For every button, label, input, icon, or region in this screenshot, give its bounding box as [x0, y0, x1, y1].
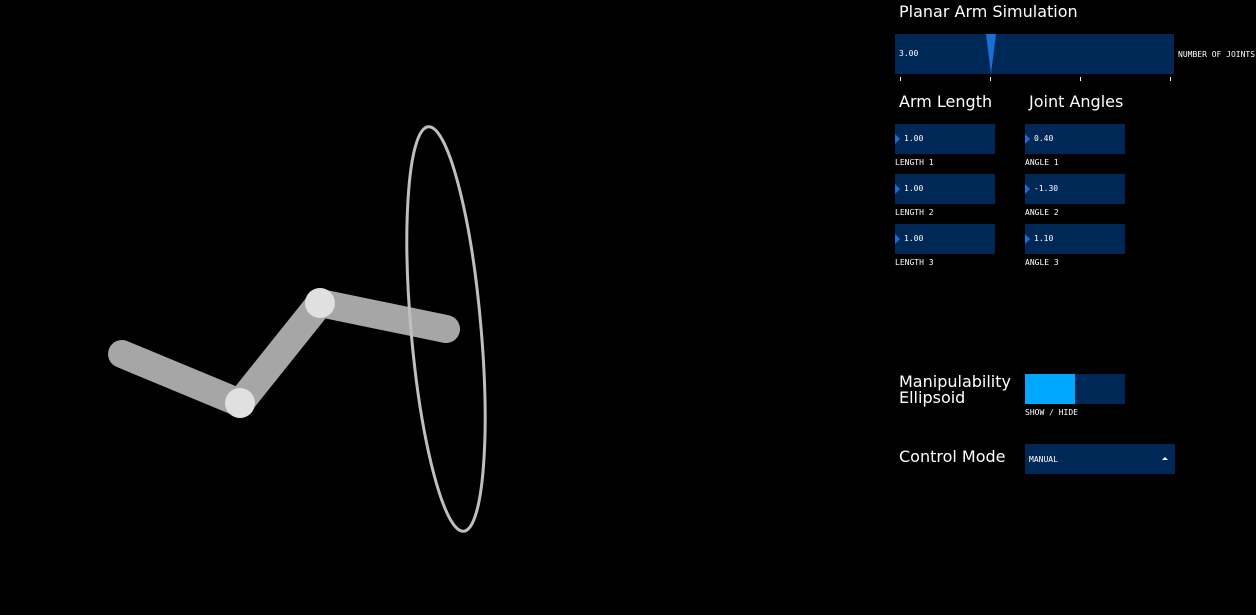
triangle-right-icon	[1025, 184, 1030, 194]
triangle-right-icon	[1025, 234, 1030, 244]
control-mode-header: Control Mode	[899, 447, 1006, 466]
length-2-label: LENGTH 2	[895, 208, 934, 217]
angle-2-label: ANGLE 2	[1025, 208, 1059, 217]
show-hide-label: SHOW / HIDE	[1025, 408, 1078, 417]
length-2-value: 1.00	[904, 184, 924, 193]
length-1-input[interactable]: 1.00	[895, 124, 995, 154]
length-2-input[interactable]: 1.00	[895, 174, 995, 204]
arm-simulation-canvas[interactable]	[0, 0, 880, 615]
angle-2-input[interactable]: -1.30	[1025, 174, 1125, 204]
length-3-label: LENGTH 3	[895, 258, 934, 267]
triangle-handle-icon[interactable]	[986, 34, 996, 74]
angle-1-value: 0.40	[1034, 134, 1054, 143]
angle-3-label: ANGLE 3	[1025, 258, 1059, 267]
control-mode-value: MANUAL	[1029, 455, 1058, 464]
joint-2	[225, 388, 255, 418]
toggle-on-indicator	[1025, 374, 1075, 404]
length-1-value: 1.00	[904, 134, 924, 143]
joint-3	[305, 288, 335, 318]
triangle-right-icon	[1025, 134, 1030, 144]
angle-1-label: ANGLE 1	[1025, 158, 1059, 167]
triangle-right-icon	[895, 184, 900, 194]
caret-up-icon	[1162, 457, 1168, 460]
number-of-joints-label: NUMBER OF JOINTS	[1178, 50, 1256, 59]
triangle-right-icon	[895, 234, 900, 244]
length-3-input[interactable]: 1.00	[895, 224, 995, 254]
joint-angles-header: Joint Angles	[1029, 92, 1124, 111]
angle-2-value: -1.30	[1034, 184, 1059, 193]
slider-ticks	[895, 74, 1174, 82]
angle-3-value: 1.10	[1034, 234, 1054, 243]
number-of-joints-slider[interactable]: 3.00	[895, 34, 1174, 74]
arm-length-header: Arm Length	[899, 92, 993, 111]
slider-value: 3.00	[899, 49, 919, 58]
length-1-label: LENGTH 1	[895, 158, 934, 167]
robot-arm	[108, 288, 460, 418]
arm-link-2	[226, 289, 334, 417]
angle-3-input[interactable]: 1.10	[1025, 224, 1125, 254]
control-mode-dropdown[interactable]: MANUAL	[1025, 444, 1175, 474]
panel-title: Planar Arm Simulation	[899, 2, 1078, 21]
arm-link-3	[306, 289, 460, 343]
length-3-value: 1.00	[904, 234, 924, 243]
triangle-right-icon	[895, 134, 900, 144]
show-hide-toggle[interactable]	[1025, 374, 1125, 404]
manipulability-header-line2: Ellipsoid	[899, 388, 966, 407]
arm-link-1	[108, 340, 254, 417]
angle-1-input[interactable]: 0.40	[1025, 124, 1125, 154]
